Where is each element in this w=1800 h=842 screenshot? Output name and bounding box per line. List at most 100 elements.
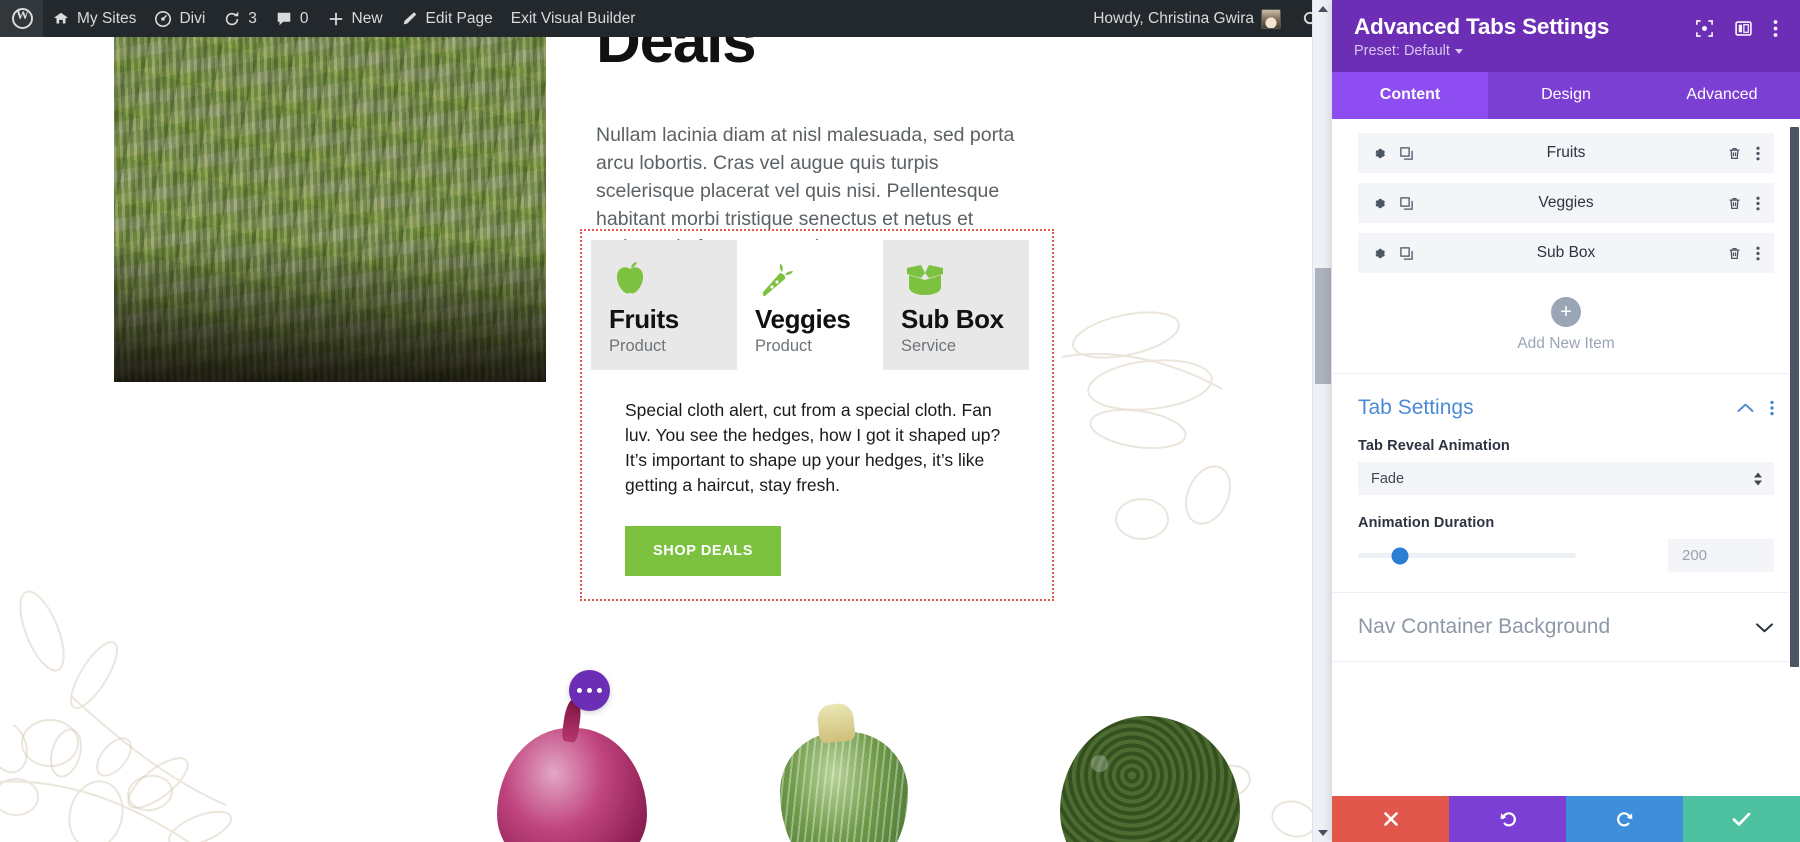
check-icon [1731,810,1752,828]
admin-bar-item-my-sites[interactable]: My Sites [43,0,145,37]
tab-design[interactable]: Design [1488,72,1644,119]
chevron-down-icon[interactable] [1755,621,1774,634]
admin-bar-item-exit-visual-builder[interactable]: Exit Visual Builder [502,0,645,37]
tab-fruits[interactable]: Fruits Product [591,240,737,370]
admin-bar-label: 0 [299,9,309,27]
divi-builder-fab-button[interactable] [569,670,610,711]
scroll-down-arrow[interactable] [1313,824,1333,842]
slider-thumb[interactable] [1391,547,1409,564]
tab-veggies[interactable]: Veggies Product [737,240,883,370]
advanced-tabs-module-highlight[interactable]: Fruits Product Veggies Product Sub Box S… [580,229,1054,601]
tab-advanced[interactable]: Advanced [1644,72,1800,119]
tab-sub-box[interactable]: Sub Box Service [883,240,1029,370]
pencil-icon [401,10,419,28]
admin-bar-label: 3 [248,9,257,27]
nav-container-background-section[interactable]: Nav Container Background [1332,592,1800,662]
tab-title: Veggies [755,304,851,334]
tab-subtitle: Service [901,336,957,355]
open-box-icon [901,260,949,304]
vertical-dots-icon[interactable] [1770,400,1774,416]
panel-scrollbar-thumb[interactable] [1790,127,1799,667]
trash-icon[interactable] [1727,196,1742,211]
panel-tab-bar: Content Design Advanced [1332,72,1800,119]
admin-bar-item-new[interactable]: New [318,0,392,37]
comments-icon [275,10,293,28]
decorative-leaf-right [1022,257,1262,557]
panel-header-icons [1695,14,1778,38]
gear-icon[interactable] [1372,246,1387,261]
undo-icon [1498,809,1518,829]
panel-header: Advanced Tabs Settings Preset: Default [1332,0,1800,72]
vertical-dots-icon[interactable] [1756,146,1760,161]
scroll-up-arrow[interactable] [1313,0,1333,18]
red-onion-photo [497,728,647,842]
ellipsis-dot [577,688,582,693]
tab-reveal-animation-select[interactable]: Fade [1358,462,1774,495]
panel-header-row: Advanced Tabs Settings [1354,14,1778,40]
avatar [1261,8,1281,29]
chevron-up-icon[interactable] [1737,402,1754,414]
divi-visual-builder-screen: My Sites Divi 3 0 New [0,0,1800,842]
ellipsis-dot [597,688,602,693]
gear-icon[interactable] [1372,146,1387,161]
shop-deals-button[interactable]: SHOP DEALS [625,525,782,576]
gear-icon[interactable] [1372,196,1387,211]
admin-bar-right-group: Howdy, Christina Gwira [1084,0,1332,37]
page-scrollbar[interactable] [1312,0,1332,842]
tabs-nav: Fruits Product Veggies Product Sub Box S… [591,240,1043,370]
animation-duration-slider[interactable] [1358,544,1658,568]
admin-bar-item-edit-page[interactable]: Edit Page [392,0,502,37]
duplicate-icon[interactable] [1399,146,1414,161]
zucchini-photo [780,732,908,842]
duplicate-icon[interactable] [1399,246,1414,261]
tab-item-fruits[interactable]: Fruits [1358,133,1774,173]
panel-action-bar [1332,796,1800,842]
add-new-item-button[interactable]: + Add New Item [1358,283,1774,373]
tab-item-veggies[interactable]: Veggies [1358,183,1774,223]
redo-button[interactable] [1566,796,1683,842]
trash-icon[interactable] [1727,246,1742,261]
close-button[interactable] [1332,796,1449,842]
advanced-tabs-settings-panel: Advanced Tabs Settings Preset: Default C… [1332,0,1800,842]
focus-frame-icon[interactable] [1695,19,1714,38]
add-new-item-label: Add New Item [1517,335,1615,352]
tab-subtitle: Product [755,336,812,355]
vertical-dots-icon[interactable] [1773,19,1778,38]
tab-item-sub-box[interactable]: Sub Box [1358,233,1774,273]
tab-settings-header[interactable]: Tab Settings [1358,396,1774,420]
animation-duration-input[interactable] [1668,539,1774,572]
divi-dashboard-icon [154,10,172,28]
trash-icon[interactable] [1727,146,1742,161]
save-button[interactable] [1683,796,1800,842]
preset-selector[interactable]: Preset: Default [1354,43,1463,59]
tab-content[interactable]: Content [1332,72,1488,119]
account-menu-button[interactable]: Howdy, Christina Gwira [1084,0,1290,37]
page-scrollbar-thumb[interactable] [1315,268,1331,384]
plus-icon [327,10,345,28]
x-icon [1382,810,1400,828]
vertical-dots-icon[interactable] [1756,196,1760,211]
section-title: Tab Settings [1358,396,1474,419]
vertical-dots-icon[interactable] [1756,246,1760,261]
tab-items-list: Fruits Veggies Sub Box + Add New Item [1332,119,1800,373]
page-title: Deals [596,37,757,76]
page-canvas: Deals Nullam lacinia diam at nisl malesu… [0,37,1312,842]
panel-scrollbar[interactable] [1789,119,1800,796]
hero-asparagus-image [114,37,546,382]
tab-title: Fruits [609,304,679,334]
undo-button[interactable] [1449,796,1566,842]
duplicate-icon[interactable] [1399,196,1414,211]
admin-bar-item-comments[interactable]: 0 [266,0,318,37]
chevron-down-icon [1454,48,1463,54]
admin-bar-label: New [351,9,383,27]
tab-reveal-animation-field: Tab Reveal Animation Fade [1358,438,1774,495]
admin-bar-item-updates[interactable]: 3 [214,0,266,37]
deals-text-column: Deals Nullam lacinia diam at nisl malesu… [596,37,1036,261]
layout-columns-icon[interactable] [1734,19,1753,38]
item-left-controls [1372,196,1442,211]
apple-icon [609,260,651,304]
tab-content-text: Special cloth alert, cut from a special … [625,399,1001,495]
admin-bar-item-divi[interactable]: Divi [145,0,214,37]
tab-reveal-animation-label: Tab Reveal Animation [1358,438,1510,454]
wordpress-logo-button[interactable] [0,0,43,37]
